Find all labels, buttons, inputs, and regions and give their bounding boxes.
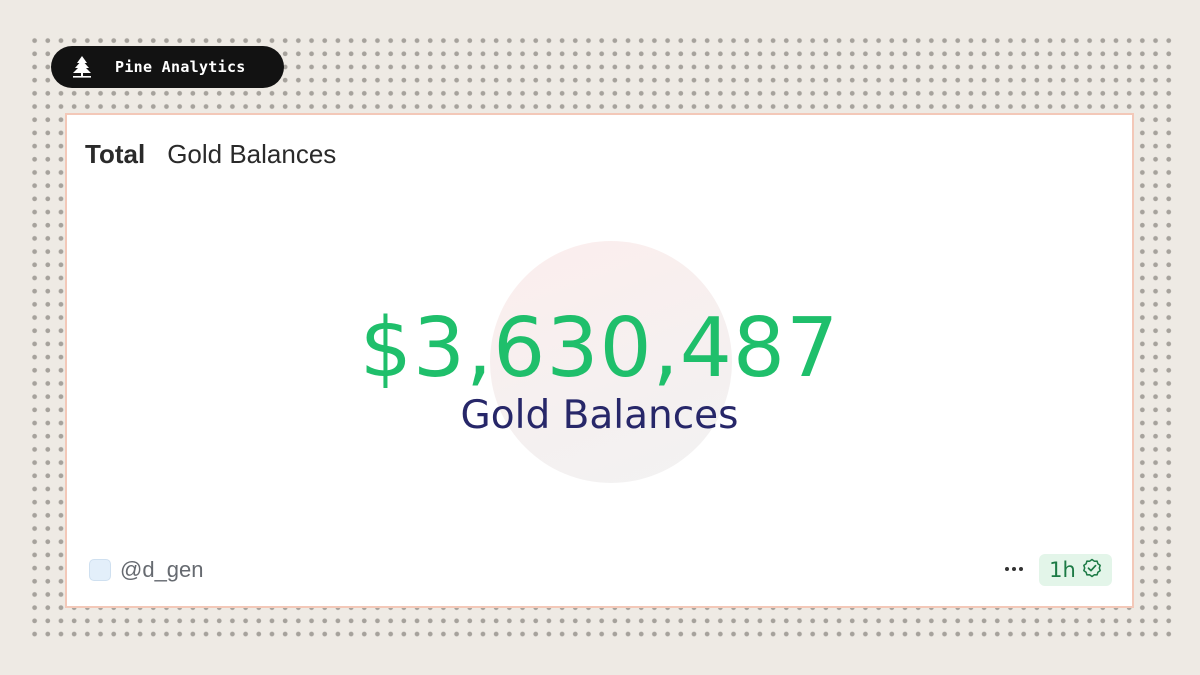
brand-pill: Pine Analytics bbox=[51, 46, 284, 88]
counter-card: Total Gold Balances $3,630,487 Gold Bala… bbox=[65, 113, 1134, 608]
counter-label: Gold Balances bbox=[460, 393, 739, 438]
check-badge-icon bbox=[1082, 558, 1102, 583]
counter-value: $3,630,487 bbox=[359, 301, 840, 396]
card-title-bold: Total bbox=[85, 139, 146, 169]
pine-tree-icon bbox=[69, 54, 95, 80]
refresh-badge[interactable]: 1h bbox=[1039, 554, 1112, 586]
author[interactable]: @d_gen bbox=[89, 557, 204, 583]
card-title-rest: Gold Balances bbox=[167, 139, 337, 169]
brand-name: Pine Analytics bbox=[115, 58, 246, 76]
ellipsis-icon[interactable] bbox=[1003, 561, 1025, 577]
avatar bbox=[89, 559, 111, 581]
card-title: Total Gold Balances bbox=[85, 139, 336, 170]
refresh-interval: 1h bbox=[1049, 558, 1076, 582]
author-handle[interactable]: @d_gen bbox=[120, 557, 204, 583]
